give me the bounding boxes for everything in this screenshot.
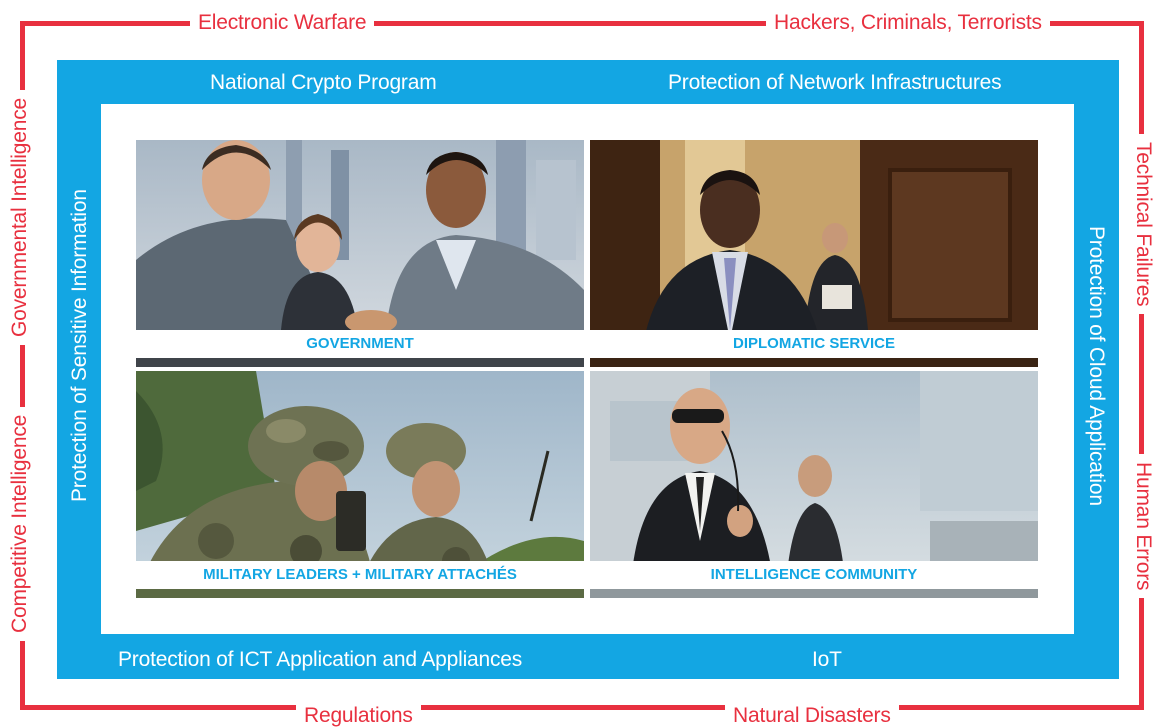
- photo-strip: [590, 589, 1038, 598]
- layer-national-crypto: National Crypto Program: [210, 71, 437, 94]
- sector-military: MILITARY LEADERS + MILITARY ATTACHÉS: [136, 371, 584, 598]
- layer-network-infrastructures: Protection of Network Infrastructures: [668, 71, 1002, 94]
- sector-caption: INTELLIGENCE COMMUNITY: [590, 561, 1038, 589]
- threat-human-errors: Human Errors: [1131, 454, 1155, 599]
- sector-caption: GOVERNMENT: [136, 330, 584, 358]
- layer-sensitive-information: Protection of Sensitive Information: [68, 189, 91, 502]
- sector-caption: MILITARY LEADERS + MILITARY ATTACHÉS: [136, 561, 584, 589]
- threat-governmental-intelligence: Governmental Intelligence: [8, 90, 32, 345]
- layer-cloud-application: Protection of Cloud Application: [1085, 226, 1108, 506]
- sector-intelligence-community: INTELLIGENCE COMMUNITY: [590, 371, 1038, 598]
- frame-line-bottom: [22, 705, 1142, 710]
- threat-competitive-intelligence: Competitive Intelligence: [8, 406, 32, 641]
- threat-regulations: Regulations: [296, 704, 421, 728]
- photo-strip: [136, 358, 584, 367]
- layer-iot: IoT: [812, 648, 842, 671]
- threat-hackers: Hackers, Criminals, Terrorists: [766, 11, 1050, 35]
- frame-line-right: [1139, 21, 1144, 710]
- photo-strip: [136, 589, 584, 598]
- sector-diplomatic-service: DIPLOMATIC SERVICE: [590, 140, 1038, 367]
- photo-strip: [590, 358, 1038, 367]
- threat-technical-failures: Technical Failures: [1131, 134, 1155, 315]
- threat-natural-disasters: Natural Disasters: [725, 704, 899, 728]
- threat-electronic-warfare: Electronic Warfare: [190, 11, 375, 35]
- layer-ict-applications: Protection of ICT Application and Applia…: [118, 648, 523, 671]
- sector-government: GOVERNMENT: [136, 140, 584, 367]
- sector-caption: DIPLOMATIC SERVICE: [590, 330, 1038, 358]
